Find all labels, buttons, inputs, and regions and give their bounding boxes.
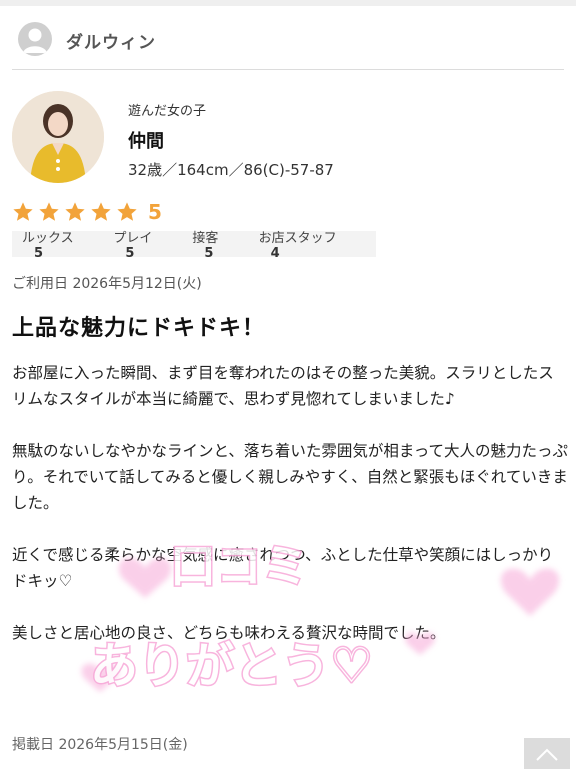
star-icon bbox=[39, 202, 59, 221]
rating-item-staff: お店スタッフ4 bbox=[258, 231, 337, 261]
girl-info: 遊んだ女の子 仲間 32歳／164cm／86(C)-57-87 bbox=[128, 100, 334, 180]
top-strip bbox=[0, 0, 576, 6]
overall-score: 5 bbox=[148, 200, 162, 224]
star-icon bbox=[13, 202, 33, 221]
review-paragraph: お部屋に入った瞬間、まず目を奪われたのはその整った美貌。スラリとしたスリムなスタ… bbox=[12, 364, 554, 408]
rating-item-looks: ルックス5 bbox=[22, 231, 74, 261]
star-icon bbox=[65, 202, 85, 221]
reviewer-header: ダルウィン bbox=[12, 18, 564, 70]
rating-item-service: 接客5 bbox=[192, 231, 219, 261]
reviewer-name[interactable]: ダルウィン bbox=[66, 28, 156, 53]
star-rating: 5 bbox=[12, 200, 162, 224]
visit-date: ご利用日 2026年5月12日(火) bbox=[12, 276, 202, 292]
rating-breakdown: ルックス5 プレイ5 接客5 お店スタッフ4 bbox=[12, 231, 376, 261]
rating-item-play: プレイ5 bbox=[113, 231, 153, 261]
chevron-up-icon bbox=[536, 748, 558, 761]
girl-name[interactable]: 仲間 bbox=[128, 127, 334, 153]
review-title: 上品な魅力にドキドキ！ bbox=[12, 316, 266, 341]
girl-photo[interactable] bbox=[12, 91, 104, 183]
review-paragraph: 無駄のないしなやかなラインと、落ち着いた雰囲気が相まって大人の魅力たっぷり。それ… bbox=[12, 442, 568, 512]
user-avatar-icon bbox=[18, 22, 52, 56]
star-icon bbox=[91, 202, 111, 221]
girl-label: 遊んだ女の子 bbox=[128, 104, 207, 119]
star-icon bbox=[117, 202, 137, 221]
review-paragraph: 美しさと居心地の良さ、どちらも味わえる贅沢な時間でした。 bbox=[12, 624, 446, 642]
girl-stats: 32歳／164cm／86(C)-57-87 bbox=[128, 161, 334, 179]
posted-date: 掲載日 2026年5月15日(金) bbox=[12, 737, 188, 753]
review-paragraph: 近くで感じる柔らかな空気感に癒されつつ、ふとした仕草や笑顔にはしっかりドキッ♡ bbox=[12, 546, 554, 590]
scroll-to-top-button[interactable] bbox=[524, 738, 570, 769]
review-body: お部屋に入った瞬間、まず目を奪われたのはその整った美貌。スラリとしたスリムなスタ… bbox=[12, 360, 568, 672]
